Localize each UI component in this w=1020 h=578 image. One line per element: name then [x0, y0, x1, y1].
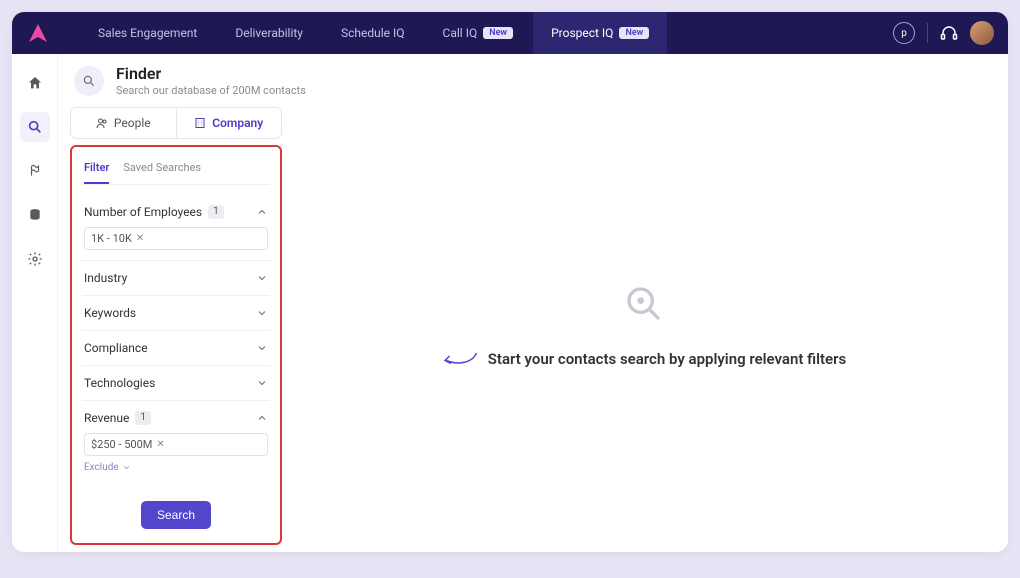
section-header[interactable]: Compliance — [84, 341, 268, 355]
nav-call-iq[interactable]: Call IQ New — [425, 12, 532, 54]
chevron-down-icon — [256, 307, 268, 319]
search-button[interactable]: Search — [141, 501, 211, 529]
section-title: Revenue — [84, 411, 129, 425]
divider — [927, 23, 928, 43]
filter-section-keywords: Keywords — [82, 296, 270, 331]
filter-chip-revenue[interactable]: $250 - 500M ✕ — [84, 433, 268, 456]
exclude-toggle[interactable]: Exclude — [84, 462, 268, 473]
filter-inner-tabs: Filter Saved Searches — [82, 157, 270, 185]
section-title: Industry — [84, 271, 127, 285]
filter-section-compliance: Compliance — [82, 331, 270, 366]
page-subtitle: Search our database of 200M contacts — [116, 84, 306, 97]
tab-label: Company — [212, 116, 263, 130]
chevron-up-icon — [256, 206, 268, 218]
page-icon-bubble — [74, 66, 104, 96]
tab-filter[interactable]: Filter — [84, 157, 109, 184]
count-badge: 1 — [208, 205, 224, 219]
search-icon — [27, 119, 43, 135]
arrow-curve-icon — [442, 350, 478, 368]
people-company-tabs: People Company — [70, 107, 282, 139]
search-large-icon — [624, 284, 664, 324]
empty-state: Start your contacts search by applying r… — [292, 107, 996, 545]
company-icon — [194, 117, 206, 129]
chevron-down-icon — [256, 377, 268, 389]
chevron-up-icon — [256, 412, 268, 424]
user-avatar[interactable] — [970, 21, 994, 45]
section-header[interactable]: Number of Employees 1 — [84, 205, 268, 219]
nav-label: Call IQ — [443, 26, 478, 40]
plan-letter: p — [901, 28, 907, 39]
page-header: Finder Search our database of 200M conta… — [58, 54, 1008, 107]
nav-label: Sales Engagement — [98, 26, 197, 40]
nav-label: Schedule IQ — [341, 26, 405, 40]
nav-label: Prospect IQ — [551, 26, 613, 40]
section-title: Technologies — [84, 376, 155, 390]
rail-home[interactable] — [20, 68, 50, 98]
page-title: Finder — [116, 64, 306, 83]
chevron-down-icon — [256, 272, 268, 284]
rail-data[interactable] — [20, 200, 50, 230]
nav-prospect-iq[interactable]: Prospect IQ New — [533, 12, 667, 54]
section-header[interactable]: Revenue 1 — [84, 411, 268, 425]
tab-company[interactable]: Company — [176, 108, 282, 138]
chip-text: 1K - 10K — [91, 232, 132, 245]
rail-settings[interactable] — [20, 244, 50, 274]
section-header[interactable]: Keywords — [84, 306, 268, 320]
support-icon[interactable] — [940, 24, 958, 42]
section-title: Number of Employees — [84, 205, 202, 219]
search-icon — [82, 74, 96, 88]
topbar-right: p — [893, 21, 994, 45]
new-badge: New — [483, 27, 513, 39]
tab-saved-searches[interactable]: Saved Searches — [123, 157, 201, 184]
nav-sales-engagement[interactable]: Sales Engagement — [80, 12, 215, 54]
nav-label: Deliverability — [235, 26, 303, 40]
home-icon — [27, 75, 43, 91]
chip-remove-icon[interactable]: ✕ — [156, 439, 164, 450]
chip-text: $250 - 500M — [91, 438, 152, 451]
left-rail — [12, 54, 58, 552]
section-title: Compliance — [84, 341, 148, 355]
plan-badge[interactable]: p — [893, 22, 915, 44]
exclude-label: Exclude — [84, 462, 119, 473]
section-title: Keywords — [84, 306, 136, 320]
topnav: Sales Engagement Deliverability Schedule… — [80, 12, 893, 54]
filter-panel: Filter Saved Searches Number of Employee… — [70, 145, 282, 545]
nav-schedule-iq[interactable]: Schedule IQ — [323, 12, 423, 54]
tab-people[interactable]: People — [71, 108, 176, 138]
filter-section-technologies: Technologies — [82, 366, 270, 401]
nav-deliverability[interactable]: Deliverability — [217, 12, 321, 54]
app-logo — [26, 21, 50, 45]
empty-state-text: Start your contacts search by applying r… — [488, 350, 846, 368]
rail-search[interactable] — [20, 112, 50, 142]
chevron-down-icon — [122, 463, 131, 472]
filter-section-revenue: Revenue 1 $250 - 500M ✕ — [82, 401, 270, 483]
gear-icon — [27, 251, 43, 267]
filter-section-employees: Number of Employees 1 1K - 10K ✕ — [82, 195, 270, 261]
filter-chip-employees[interactable]: 1K - 10K ✕ — [84, 227, 268, 250]
chevron-down-icon — [256, 342, 268, 354]
new-badge: New — [619, 27, 649, 39]
database-icon — [28, 208, 42, 222]
count-badge: 1 — [135, 411, 151, 425]
section-header[interactable]: Technologies — [84, 376, 268, 390]
section-header[interactable]: Industry — [84, 271, 268, 285]
tab-label: People — [114, 116, 151, 130]
person-icon — [96, 117, 108, 129]
filter-section-industry: Industry — [82, 261, 270, 296]
prospect-icon — [28, 164, 42, 178]
chip-remove-icon[interactable]: ✕ — [136, 233, 144, 244]
rail-prospect[interactable] — [20, 156, 50, 186]
topbar: Sales Engagement Deliverability Schedule… — [12, 12, 1008, 54]
